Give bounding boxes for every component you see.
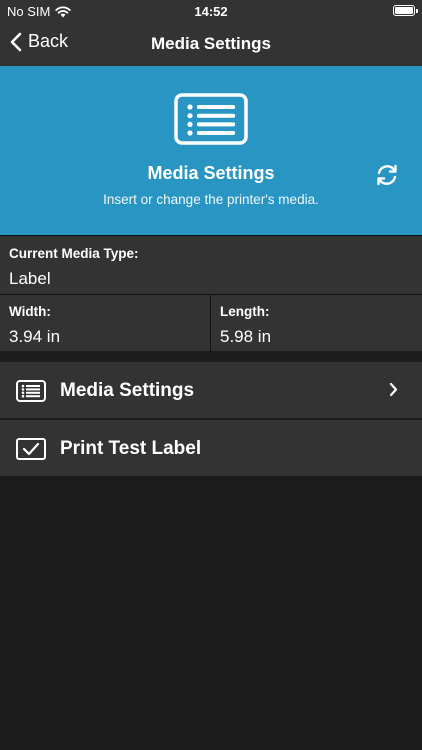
width-value: 3.94 in — [9, 327, 61, 346]
battery-icon — [393, 5, 418, 16]
media-type-panel: Current Media Type: Label — [0, 235, 422, 294]
size-divider — [210, 295, 211, 352]
media-size-panel: Width: 3.94 in Length: 5.98 in — [0, 294, 422, 352]
status-bar: No SIM 14:52 — [0, 0, 422, 22]
status-time: 14:52 — [194, 4, 228, 19]
media-list-icon — [174, 93, 248, 145]
list-icon — [16, 380, 46, 402]
length-label: Length: — [220, 304, 270, 319]
media-type-label: Current Media Type: — [9, 246, 139, 261]
media-type-value: Label — [9, 269, 51, 288]
checkbox-icon — [16, 438, 46, 460]
media-settings-label: Media Settings — [60, 380, 195, 401]
nav-title: Media Settings — [151, 34, 271, 53]
hero-banner: Media Settings Insert or change the prin… — [0, 66, 422, 235]
chevron-right-icon — [389, 382, 398, 397]
width-label: Width: — [9, 304, 51, 319]
navigation-bar: Back Media Settings — [0, 22, 422, 66]
hero-subtitle: Insert or change the printer's media. — [103, 192, 319, 207]
length-value: 5.98 in — [220, 327, 272, 346]
print-test-label-row[interactable]: Print Test Label — [0, 420, 422, 476]
media-settings-row[interactable]: Media Settings — [0, 362, 422, 418]
print-test-label-label: Print Test Label — [60, 438, 202, 459]
hero-title: Media Settings — [147, 163, 275, 183]
